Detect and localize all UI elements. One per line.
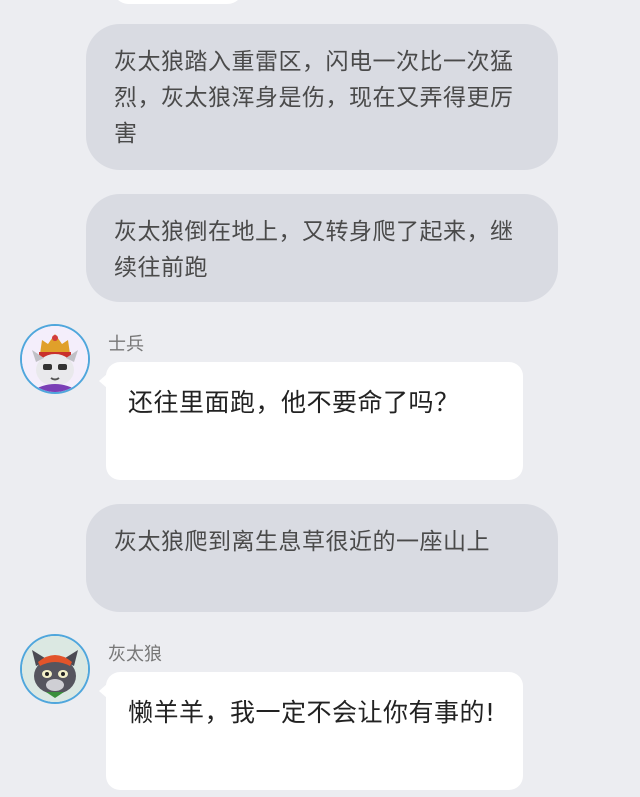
narration-text: 灰太狼倒在地上，又转身爬了起来，继续往前跑 <box>114 219 514 281</box>
narration-bubble: 灰太狼倒在地上，又转身爬了起来，继续往前跑 <box>86 194 558 302</box>
soldier-avatar-icon[interactable] <box>22 326 88 392</box>
message-bubble[interactable]: 懒羊羊，我一定不会让你有事的! <box>99 672 523 790</box>
message-bubble[interactable]: 还往里面跑，他不要命了吗？ <box>99 362 523 480</box>
narration-text: 灰太狼踏入重雷区，闪电一次比一次猛烈，灰太狼浑身是伤，现在又弄得更厉害 <box>114 49 514 147</box>
narration-text: 灰太狼爬到离生息草很近的一座山上 <box>114 529 490 555</box>
speaker-name: 灰太狼 <box>108 644 162 665</box>
grey-wolf-avatar-icon[interactable] <box>22 636 88 702</box>
speaker-name: 士兵 <box>108 334 144 355</box>
narration-bubble: 灰太狼踏入重雷区，闪电一次比一次猛烈，灰太狼浑身是伤，现在又弄得更厉害 <box>86 24 558 170</box>
message-text: 懒羊羊，我一定不会让你有事的! <box>128 698 496 727</box>
chat-feed: 灰太狼踏入重雷区，闪电一次比一次猛烈，灰太狼浑身是伤，现在又弄得更厉害 灰太狼倒… <box>0 0 640 797</box>
message-text: 还往里面跑，他不要命了吗？ <box>128 388 460 417</box>
previous-message-bubble <box>112 0 244 4</box>
narration-bubble: 灰太狼爬到离生息草很近的一座山上 <box>86 504 558 612</box>
